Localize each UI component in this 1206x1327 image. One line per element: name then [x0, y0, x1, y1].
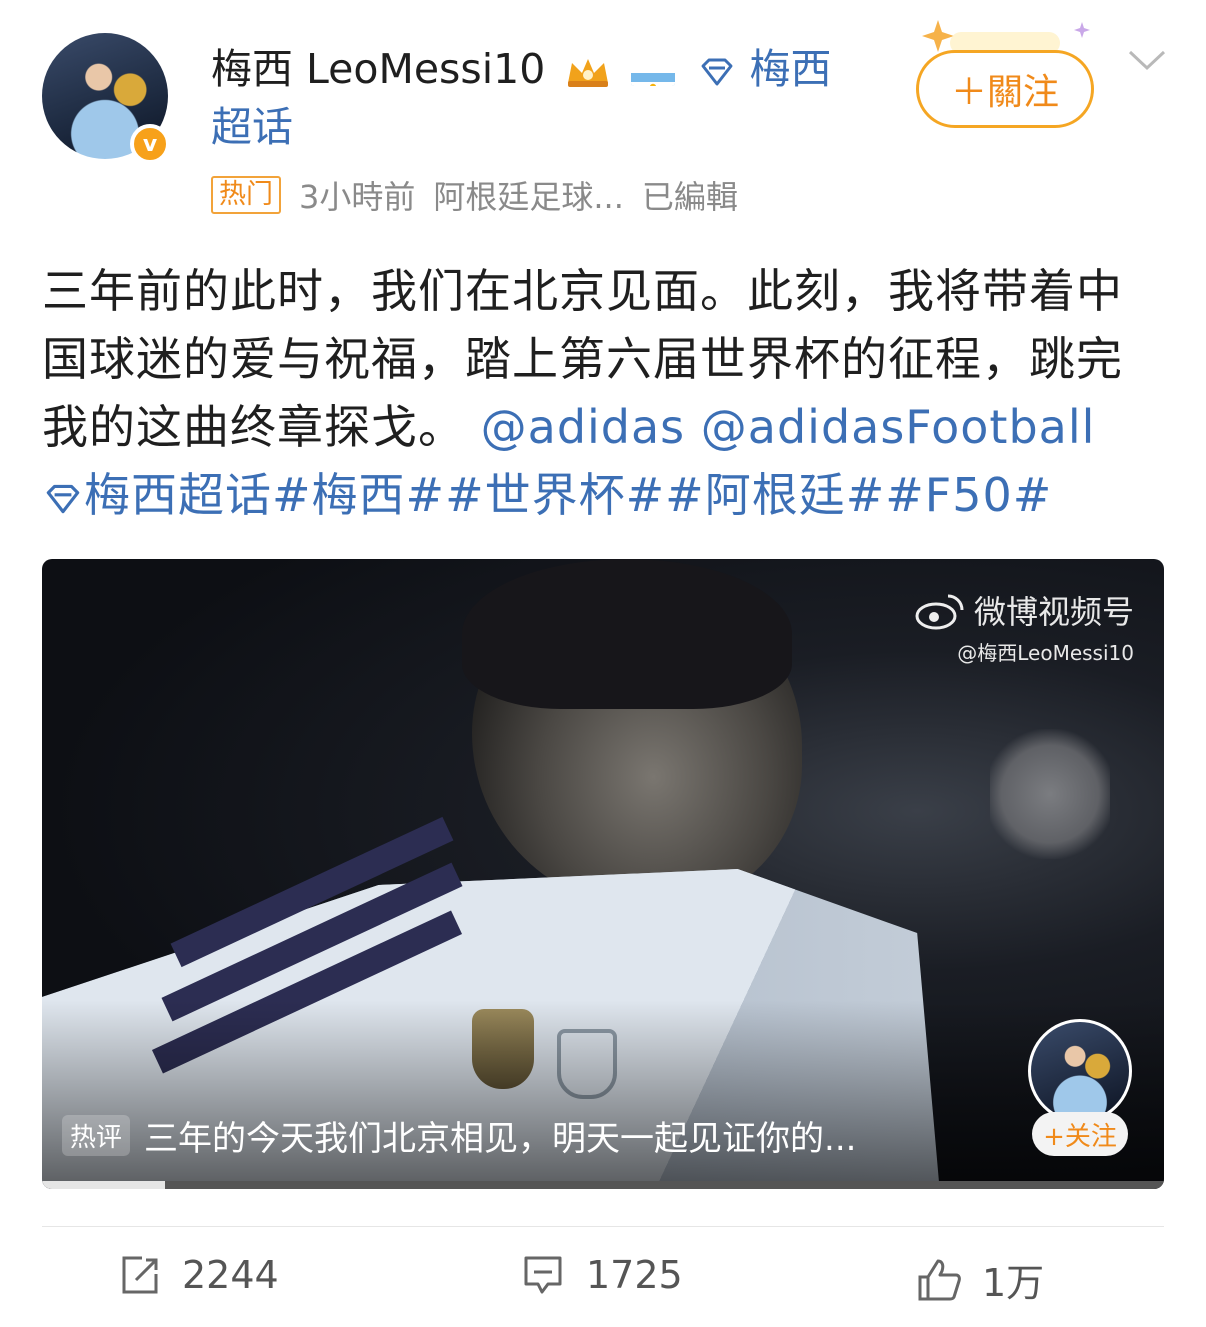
- like-button[interactable]: 1万: [916, 1252, 1044, 1307]
- super-topic-tag[interactable]: 梅西超话: [84, 468, 272, 522]
- post-source[interactable]: 阿根廷足球...: [433, 172, 624, 218]
- diamond-icon: [701, 58, 732, 86]
- repost-icon: [122, 1256, 158, 1294]
- post-body: 三年前的此时，我们在北京见面。此刻，我将带着中国球迷的爱与祝福，踏上第六届世界杯…: [42, 257, 1164, 529]
- post-meta: 热门 3小時前 阿根廷足球... 已編輯: [211, 172, 738, 218]
- hot-comment-text: 三年的今天我们北京相见，明天一起见证你的...: [144, 1119, 857, 1159]
- weibo-logo-icon: [915, 594, 964, 630]
- verified-icon: v: [130, 124, 170, 164]
- argentina-flag-icon: [631, 58, 676, 86]
- mention-adidas[interactable]: @adidas: [481, 400, 686, 454]
- repost-button[interactable]: 2244: [116, 1252, 279, 1298]
- thumbs-up-icon: [918, 1259, 961, 1300]
- video-progress-fill: [42, 1181, 166, 1189]
- video-player[interactable]: 微博视频号 @梅西LeoMessi10 +关注 热评 三年的今天我们北京相见，明…: [42, 559, 1164, 1189]
- action-bar: 2244 1725 1万: [0, 1252, 1206, 1312]
- like-count: 1万: [982, 1261, 1045, 1305]
- crown-icon: [568, 59, 609, 87]
- repost-count: 2244: [182, 1253, 279, 1297]
- video-watermark: 微博视频号 @梅西LeoMessi10: [914, 587, 1134, 666]
- author-name[interactable]: 梅西 LeoMessi10: [211, 45, 545, 93]
- super-topic-link[interactable]: 梅西: [750, 45, 832, 93]
- watermark-title: 微博视频号: [973, 593, 1134, 631]
- hot-comment[interactable]: 热评 三年的今天我们北京相见，明天一起见证你的...: [62, 1111, 856, 1160]
- hashtags[interactable]: #梅西##世界杯##阿根廷##F50#: [272, 468, 1052, 522]
- comment-count: 1725: [586, 1253, 683, 1297]
- video-author-avatar[interactable]: [1028, 1019, 1132, 1123]
- edited-label[interactable]: 已編輯: [642, 172, 738, 218]
- video-follow-button[interactable]: +关注: [1032, 1112, 1128, 1156]
- hot-badge: 热门: [211, 176, 281, 214]
- super-topic-link-line2[interactable]: 超话: [211, 103, 293, 151]
- hot-comment-tag: 热评: [62, 1115, 131, 1156]
- author-line: 梅西 LeoMessi10 梅西 超话: [211, 40, 851, 156]
- chevron-down-icon[interactable]: [1126, 46, 1168, 76]
- comment-icon: [524, 1256, 562, 1294]
- post-time: 3小時前: [299, 178, 416, 216]
- comment-button[interactable]: 1725: [520, 1252, 683, 1298]
- mention-adidas-football[interactable]: @adidasFootball: [701, 400, 1096, 454]
- divider: [42, 1226, 1164, 1227]
- follow-button[interactable]: ＋關注: [916, 50, 1094, 128]
- video-progress-bar[interactable]: [42, 1181, 1164, 1189]
- diamond-icon: [46, 484, 80, 513]
- watermark-user: @梅西LeoMessi10: [957, 641, 1134, 665]
